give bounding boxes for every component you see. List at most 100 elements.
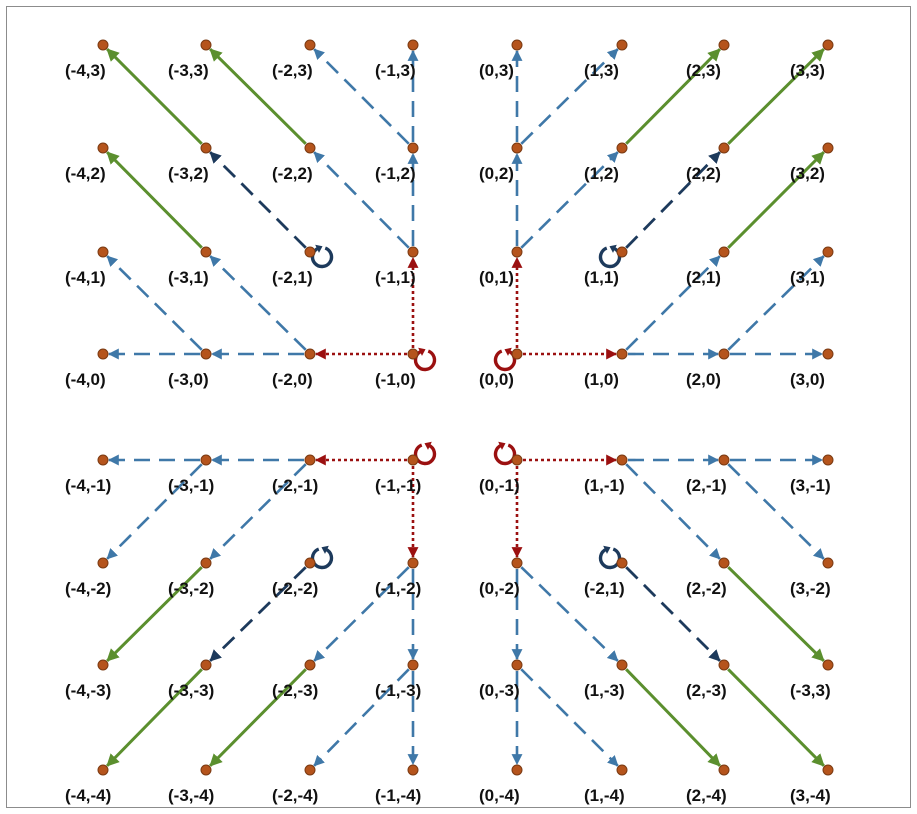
node-label: (3,-4): [790, 786, 831, 805]
node-label: (2,2): [686, 164, 721, 183]
node-label: (0,-3): [479, 681, 520, 700]
node-label: (1,3): [584, 61, 619, 80]
node-label: (3,-1): [790, 476, 831, 495]
graph-node: [304, 246, 316, 258]
node-label: (3,-2): [790, 579, 831, 598]
node-label: (-2,1): [584, 579, 625, 598]
node-label: (0,0): [479, 370, 514, 389]
node-label: (-2,-4): [272, 786, 318, 805]
graph-node: [97, 764, 109, 776]
graph-node: [304, 142, 316, 154]
graph-node: [822, 39, 834, 51]
node-label: (-4,-4): [65, 786, 111, 805]
node-label: (3,2): [790, 164, 825, 183]
node-label: (-4,-3): [65, 681, 111, 700]
node-label: (0,2): [479, 164, 514, 183]
node-label: (-3,0): [168, 370, 209, 389]
graph-node: [616, 557, 628, 569]
node-label: (-1,1): [375, 268, 416, 287]
graph-node: [718, 764, 730, 776]
graph-node: [407, 348, 419, 360]
graph-node: [97, 454, 109, 466]
node-label: (3,3): [790, 61, 825, 80]
graph-node: [616, 348, 628, 360]
node-label: (-1,-1): [375, 476, 421, 495]
node-label: (2,3): [686, 61, 721, 80]
graph-node: [407, 39, 419, 51]
graph-node: [822, 659, 834, 671]
node-label: (-3,3): [168, 61, 209, 80]
node-label: (0,-4): [479, 786, 520, 805]
diagram-frame: [6, 6, 911, 808]
node-label: (3,1): [790, 268, 825, 287]
node-label: (-2,3): [272, 61, 313, 80]
graph-node: [407, 659, 419, 671]
node-label: (1,-4): [584, 786, 625, 805]
node-label: (-4,2): [65, 164, 106, 183]
graph-node: [200, 659, 212, 671]
node-label: (2,-4): [686, 786, 727, 805]
node-label: (2,1): [686, 268, 721, 287]
node-label: (2,-2): [686, 579, 727, 598]
graph-node: [822, 348, 834, 360]
graph-node: [822, 246, 834, 258]
node-label: (-2,1): [272, 268, 313, 287]
graph-node: [97, 39, 109, 51]
node-label: (2,-3): [686, 681, 727, 700]
node-label: (0,-2): [479, 579, 520, 598]
node-label: (0,3): [479, 61, 514, 80]
graph-node: [407, 142, 419, 154]
graph-node: [97, 557, 109, 569]
node-label: (1,-3): [584, 681, 625, 700]
graph-node: [511, 142, 523, 154]
graph-node: [616, 454, 628, 466]
node-label: (2,0): [686, 370, 721, 389]
node-label: (2,-1): [686, 476, 727, 495]
graph-node: [97, 659, 109, 671]
node-label: (-2,-1): [272, 476, 318, 495]
graph-node: [200, 764, 212, 776]
diagram-stage: (-4,3) (-3,3) (-2,3) (-1,3) (0,3) (1,3) (2,3) (…: [0, 0, 917, 814]
node-label: (0,1): [479, 268, 514, 287]
node-label: (-4,1): [65, 268, 106, 287]
graph-node: [511, 348, 523, 360]
node-label: (-1,-3): [375, 681, 421, 700]
graph-node: [304, 454, 316, 466]
node-label: (-1,-2): [375, 579, 421, 598]
graph-node: [511, 39, 523, 51]
graph-node: [304, 39, 316, 51]
graph-node: [304, 659, 316, 671]
node-label: (-3,-4): [168, 786, 214, 805]
graph-node: [822, 142, 834, 154]
graph-node: [511, 454, 523, 466]
node-label: (1,1): [584, 268, 619, 287]
node-label: (-4,-2): [65, 579, 111, 598]
node-label: (-1,0): [375, 370, 416, 389]
graph-node: [200, 39, 212, 51]
graph-node: [97, 142, 109, 154]
graph-node: [511, 246, 523, 258]
node-label: (-1,2): [375, 164, 416, 183]
graph-node: [822, 454, 834, 466]
graph-node: [822, 764, 834, 776]
graph-node: [511, 659, 523, 671]
node-label: (-4,0): [65, 370, 106, 389]
graph-node: [407, 454, 419, 466]
node-label: (-3,-1): [168, 476, 214, 495]
graph-node: [616, 246, 628, 258]
graph-node: [718, 246, 730, 258]
node-label: (1,0): [584, 370, 619, 389]
graph-node: [200, 454, 212, 466]
node-label: (1,-1): [584, 476, 625, 495]
graph-node: [718, 39, 730, 51]
node-label: (-3,1): [168, 268, 209, 287]
graph-node: [304, 557, 316, 569]
node-label: (-4,3): [65, 61, 106, 80]
graph-node: [718, 659, 730, 671]
graph-node: [200, 246, 212, 258]
graph-node: [511, 764, 523, 776]
graph-node: [616, 39, 628, 51]
graph-node: [718, 557, 730, 569]
node-label: (-2,2): [272, 164, 313, 183]
graph-node: [407, 764, 419, 776]
